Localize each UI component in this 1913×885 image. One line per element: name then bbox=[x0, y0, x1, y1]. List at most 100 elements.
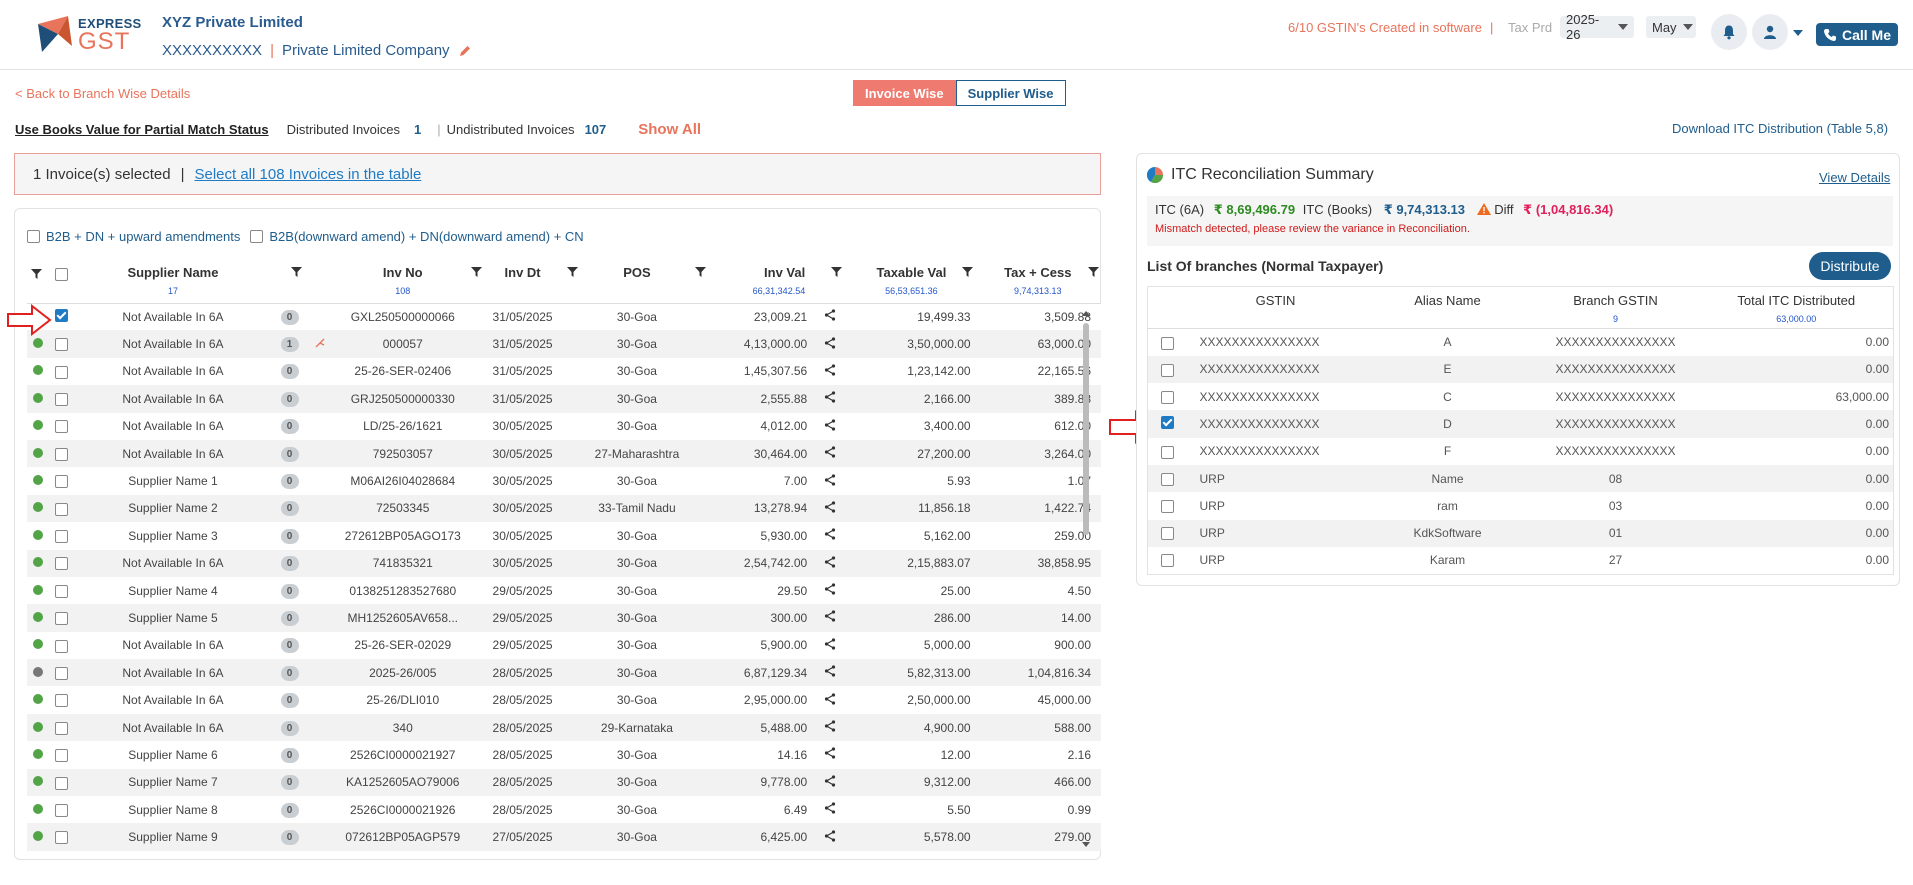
row-checkbox[interactable] bbox=[55, 831, 69, 845]
branch-checkbox[interactable] bbox=[1161, 363, 1175, 377]
row-checkbox[interactable] bbox=[55, 338, 69, 352]
row-checkbox[interactable] bbox=[55, 666, 69, 680]
tax-cess-header[interactable]: Tax + Cess 9,74,313.13 bbox=[974, 259, 1101, 304]
pos-header[interactable]: POS bbox=[571, 259, 707, 304]
alias-name-header[interactable]: Alias Name bbox=[1363, 286, 1532, 329]
branch-checkbox[interactable] bbox=[1161, 416, 1175, 430]
table-row[interactable]: Not Available In 6A 0 25-26/DLI010 28/05/20… bbox=[27, 686, 1101, 714]
status-filter-header[interactable] bbox=[27, 259, 49, 304]
share-icon[interactable] bbox=[824, 309, 836, 322]
count-badge[interactable]: 0 bbox=[280, 775, 299, 791]
supplier-filter-header[interactable] bbox=[270, 259, 309, 304]
count-badge[interactable]: 0 bbox=[280, 693, 299, 709]
count-badge[interactable]: 0 bbox=[280, 474, 299, 490]
table-row[interactable]: Supplier Name 7 0 KA1252605AO79006 28/05/20… bbox=[27, 768, 1101, 797]
table-row[interactable]: XXXXXXXXXXXXXXX C XXXXXXXXXXXXXXX 63,000.00 bbox=[1147, 383, 1894, 411]
table-row[interactable]: Not Available In 6A 0 741835321 30/05/2025 3… bbox=[27, 549, 1101, 577]
branch-checkbox[interactable] bbox=[1161, 336, 1175, 350]
row-checkbox[interactable] bbox=[55, 529, 69, 543]
supplier-wise-tab[interactable]: Supplier Wise bbox=[955, 80, 1066, 106]
table-row[interactable]: XXXXXXXXXXXXXXX E XXXXXXXXXXXXXXX 0.00 bbox=[1147, 355, 1894, 384]
express-gst-logo[interactable]: EXPRESS GST bbox=[38, 14, 142, 55]
row-checkbox[interactable] bbox=[55, 749, 69, 763]
count-badge[interactable]: 0 bbox=[280, 747, 299, 763]
scrollbar-thumb[interactable] bbox=[1083, 323, 1089, 535]
share-icon[interactable] bbox=[824, 583, 836, 595]
select-all-invoices-link[interactable]: Select all 108 Invoices in the table bbox=[194, 166, 421, 183]
scroll-up-icon[interactable] bbox=[1081, 309, 1091, 317]
share-icon[interactable] bbox=[824, 528, 836, 540]
share-icon[interactable] bbox=[824, 665, 836, 677]
table-row[interactable]: Not Available In 6A 0 GRJ250500000330 31/05… bbox=[27, 385, 1101, 413]
distributed-count[interactable]: 1 bbox=[414, 122, 421, 137]
row-checkbox[interactable] bbox=[55, 694, 69, 708]
table-row[interactable]: Not Available In 6A 0 2025-26/005 28/05/202… bbox=[27, 659, 1101, 687]
table-row[interactable]: URP ram 03 0.00 bbox=[1147, 492, 1894, 520]
row-checkbox[interactable] bbox=[55, 447, 69, 461]
table-row[interactable]: Not Available In 6A 0 GXL250500000066 31/05… bbox=[27, 303, 1101, 331]
table-row[interactable]: URP Karam 27 0.00 bbox=[1147, 546, 1894, 575]
call-me-button[interactable]: Call Me bbox=[1816, 23, 1898, 46]
table-row[interactable]: Supplier Name 5 0 MH1252605AV658... 29/05/2… bbox=[27, 604, 1101, 632]
count-badge[interactable]: 0 bbox=[280, 309, 299, 325]
count-badge[interactable]: 0 bbox=[280, 802, 299, 818]
count-badge[interactable]: 0 bbox=[280, 556, 299, 572]
row-checkbox[interactable] bbox=[55, 803, 69, 817]
share-icon[interactable] bbox=[824, 610, 836, 623]
notification-button[interactable] bbox=[1711, 14, 1747, 50]
count-badge[interactable]: 0 bbox=[280, 830, 299, 846]
share-icon[interactable] bbox=[824, 419, 836, 431]
undistributed-count[interactable]: 107 bbox=[585, 122, 607, 137]
b2b-downward-filter-checkbox[interactable] bbox=[250, 230, 264, 243]
share-icon[interactable] bbox=[824, 446, 836, 458]
share-icon[interactable] bbox=[824, 364, 836, 376]
table-row[interactable]: XXXXXXXXXXXXXXX D XXXXXXXXXXXXXXX 0.00 bbox=[1147, 410, 1894, 438]
invoice-wise-tab[interactable]: Invoice Wise bbox=[853, 80, 956, 106]
share-icon[interactable] bbox=[824, 693, 836, 705]
branch-gstin-header[interactable]: Branch GSTIN 9 bbox=[1531, 286, 1700, 329]
count-badge[interactable]: 0 bbox=[280, 419, 299, 435]
branch-checkbox[interactable] bbox=[1161, 390, 1175, 404]
share-icon[interactable] bbox=[824, 747, 836, 760]
row-checkbox[interactable] bbox=[55, 308, 69, 322]
branch-checkbox[interactable] bbox=[1161, 554, 1175, 568]
supplier-name-header[interactable]: Supplier Name 17 bbox=[74, 259, 271, 304]
gstin-header[interactable]: GSTIN bbox=[1187, 286, 1364, 329]
taxable-val-header[interactable]: Taxable Val 56,53,651.36 bbox=[848, 259, 975, 304]
table-row[interactable]: URP KdkSoftware 01 0.00 bbox=[1147, 519, 1894, 547]
count-badge[interactable]: 0 bbox=[280, 364, 299, 380]
show-all-button[interactable]: Show All bbox=[638, 121, 701, 138]
count-badge[interactable]: 0 bbox=[280, 528, 299, 544]
row-checkbox[interactable] bbox=[55, 776, 69, 790]
row-checkbox[interactable] bbox=[55, 420, 69, 434]
split-icon[interactable] bbox=[315, 338, 325, 348]
row-checkbox[interactable] bbox=[55, 393, 69, 407]
branch-checkbox[interactable] bbox=[1161, 527, 1175, 541]
count-badge[interactable]: 0 bbox=[280, 638, 299, 654]
share-icon[interactable] bbox=[824, 720, 836, 732]
b2b-filter-checkbox[interactable] bbox=[27, 230, 40, 243]
filter-icon[interactable] bbox=[961, 267, 973, 277]
share-icon[interactable] bbox=[824, 802, 836, 814]
share-icon[interactable] bbox=[824, 830, 836, 842]
inv-dt-header[interactable]: Inv Dt bbox=[473, 259, 578, 304]
table-row[interactable]: URP Name 08 0.00 bbox=[1147, 464, 1894, 493]
distribute-button[interactable]: Distribute bbox=[1809, 252, 1891, 280]
count-badge[interactable]: 0 bbox=[280, 665, 299, 681]
back-to-branch-link[interactable]: < Back to Branch Wise Details bbox=[15, 86, 190, 101]
share-icon[interactable] bbox=[824, 501, 836, 513]
row-checkbox[interactable] bbox=[55, 639, 69, 653]
row-checkbox[interactable] bbox=[55, 612, 69, 626]
year-select[interactable]: 2025-26 bbox=[1560, 12, 1634, 42]
row-checkbox[interactable] bbox=[55, 475, 69, 489]
edit-pencil-icon[interactable] bbox=[458, 44, 472, 58]
share-icon[interactable] bbox=[824, 473, 836, 486]
table-row[interactable]: Supplier Name 8 0 2526CI0000021926 28/05/20… bbox=[27, 796, 1101, 824]
download-itc-distribution-link[interactable]: Download ITC Distribution (Table 5,8) bbox=[1672, 121, 1888, 136]
count-badge[interactable]: 0 bbox=[280, 446, 299, 462]
row-checkbox[interactable] bbox=[55, 365, 69, 379]
table-row[interactable]: Supplier Name 6 0 2526CI0000021927 28/05/20… bbox=[27, 741, 1101, 769]
inv-no-header[interactable]: Inv No 108 bbox=[331, 259, 482, 304]
table-row[interactable]: Supplier Name 3 0 272612BP05AGO173 30/05/20… bbox=[27, 522, 1101, 550]
share-icon[interactable] bbox=[824, 638, 836, 650]
